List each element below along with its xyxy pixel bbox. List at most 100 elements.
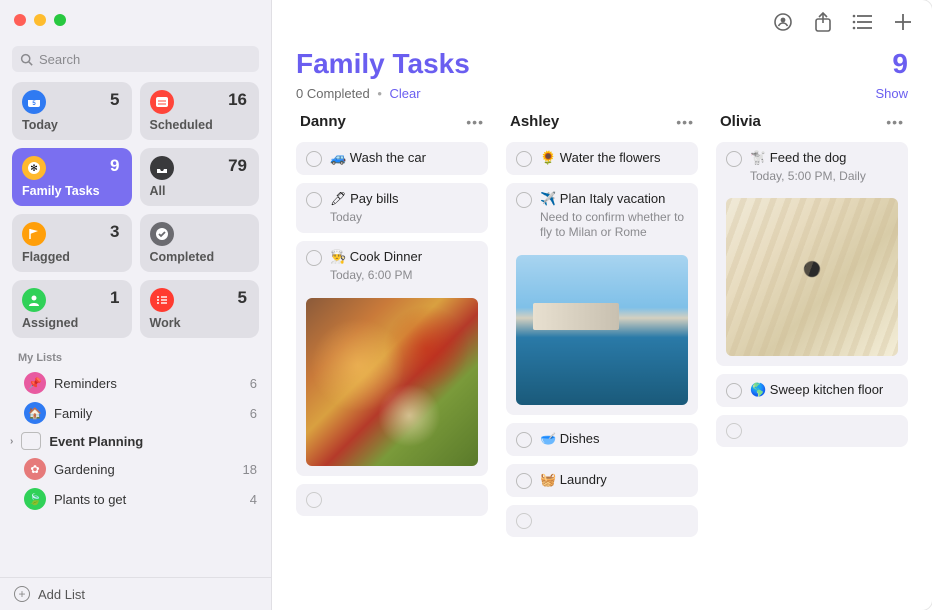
list-count: 4 (250, 492, 257, 507)
smart-count: 5 (238, 288, 247, 308)
smart-count: 1 (110, 288, 119, 308)
view-options-button[interactable] (852, 11, 874, 33)
sidebar-list-reminders[interactable]: 📌Reminders6 (0, 368, 271, 398)
people-icon (772, 11, 794, 33)
smart-list-all[interactable]: 79 All (140, 148, 260, 206)
today-icon: 5 (22, 90, 46, 114)
completed-icon (150, 222, 174, 246)
work-icon (150, 288, 174, 312)
sections: Danny ••• 🚙 Wash the car 🖊 Pay billsToday 👨‍… (272, 111, 932, 610)
sidebar-list-event-planning[interactable]: › Event Planning (0, 428, 271, 454)
minimize-window[interactable] (34, 14, 46, 26)
task-card[interactable]: 🌎 Sweep kitchen floor (716, 374, 908, 407)
smart-count: 9 (110, 156, 119, 176)
task-title: 🌻 Water the flowers (540, 150, 688, 167)
smart-label: Assigned (22, 316, 122, 330)
section-danny: Danny ••• 🚙 Wash the car 🖊 Pay billsToday 👨‍… (296, 111, 488, 598)
task-checkbox[interactable] (306, 151, 322, 167)
task-checkbox[interactable] (306, 192, 322, 208)
list-icon: 📌 (24, 372, 46, 394)
task-checkbox[interactable] (516, 151, 532, 167)
new-task-placeholder[interactable] (296, 484, 488, 516)
new-task-placeholder[interactable] (506, 505, 698, 537)
close-window[interactable] (14, 14, 26, 26)
smart-list-completed[interactable]: Completed (140, 214, 260, 272)
list-count: 18 (243, 462, 257, 477)
task-checkbox[interactable] (726, 383, 742, 399)
list-label: Reminders (54, 376, 242, 391)
share-icon (813, 11, 833, 33)
task-meta: Today (330, 210, 478, 226)
new-reminder-button[interactable] (892, 11, 914, 33)
smart-label: Scheduled (150, 118, 250, 132)
family-icon: ✻ (22, 156, 46, 180)
task-card[interactable]: 👨‍🍳 Cook DinnerToday, 6:00 PM (296, 241, 488, 475)
section-menu-button[interactable]: ••• (886, 114, 904, 130)
smart-count: 16 (228, 90, 247, 110)
task-checkbox (306, 492, 322, 508)
search-input[interactable]: Search (12, 46, 259, 72)
task-card[interactable]: 🚙 Wash the car (296, 142, 488, 175)
smart-label: Flagged (22, 250, 122, 264)
smart-count: 5 (110, 90, 119, 110)
task-checkbox[interactable] (516, 432, 532, 448)
task-title: 👨‍🍳 Cook Dinner (330, 249, 478, 266)
folder-icon (21, 432, 41, 450)
smart-list-work[interactable]: 5 Work (140, 280, 260, 338)
list-count: 9 (892, 48, 908, 80)
new-task-placeholder[interactable] (716, 415, 908, 447)
my-lists: 📌 Reminders 6🏠Family6 › Event Planning ✿Garde… (0, 368, 271, 514)
sidebar-list-plants-to-get[interactable]: 🍃Plants to get4 (0, 484, 271, 514)
chevron-right-icon: › (10, 436, 13, 447)
task-card[interactable]: 🌻 Water the flowers (506, 142, 698, 175)
task-checkbox[interactable] (306, 250, 322, 266)
task-checkbox[interactable] (516, 192, 532, 208)
plus-icon: + (14, 586, 30, 602)
task-card[interactable]: 🥣 Dishes (506, 423, 698, 456)
list-count: 6 (250, 406, 257, 421)
collaborate-button[interactable] (772, 11, 794, 33)
sidebar: Search 5 5 Today 16 Scheduled✻ 9 Family … (0, 0, 272, 610)
smart-list-flagged[interactable]: 3 Flagged (12, 214, 132, 272)
search-placeholder: Search (39, 52, 80, 67)
share-button[interactable] (812, 11, 834, 33)
section-menu-button[interactable]: ••• (676, 114, 694, 130)
search-icon (20, 53, 33, 66)
smart-label: Completed (150, 250, 250, 264)
task-title: 🐩 Feed the dog (750, 150, 898, 167)
list-header: Family Tasks 9 (272, 44, 932, 86)
task-checkbox[interactable] (726, 151, 742, 167)
smart-list-today[interactable]: 5 5 Today (12, 82, 132, 140)
task-title: 🌎 Sweep kitchen floor (750, 382, 898, 399)
window-controls (0, 0, 271, 40)
list-icon: 🍃 (24, 488, 46, 510)
section-menu-button[interactable]: ••• (466, 114, 484, 130)
sidebar-list-family[interactable]: 🏠Family6 (0, 398, 271, 428)
task-meta: Need to confirm whether to fly to Milan … (540, 210, 688, 241)
task-checkbox (516, 513, 532, 529)
smart-label: Family Tasks (22, 184, 122, 198)
task-card[interactable]: 🐩 Feed the dogToday, 5:00 PM, Daily (716, 142, 908, 366)
task-checkbox[interactable] (516, 473, 532, 489)
completed-count: 0 Completed (296, 86, 370, 101)
list-label: Event Planning (49, 434, 249, 449)
task-card[interactable]: 🧺 Laundry (506, 464, 698, 497)
task-title: 🚙 Wash the car (330, 150, 478, 167)
toolbar (272, 0, 932, 44)
list-icon: ✿ (24, 458, 46, 480)
add-list-button[interactable]: + Add List (0, 577, 271, 610)
smart-list-family[interactable]: ✻ 9 Family Tasks (12, 148, 132, 206)
smart-list-scheduled[interactable]: 16 Scheduled (140, 82, 260, 140)
task-title: 🥣 Dishes (540, 431, 688, 448)
task-image[interactable] (516, 255, 688, 405)
smart-list-assigned[interactable]: 1 Assigned (12, 280, 132, 338)
show-button[interactable]: Show (875, 86, 908, 101)
task-image[interactable] (726, 198, 898, 356)
task-card[interactable]: 🖊 Pay billsToday (296, 183, 488, 233)
task-image[interactable] (306, 298, 478, 466)
sidebar-list-gardening[interactable]: ✿Gardening18 (0, 454, 271, 484)
section-title: Danny (300, 113, 346, 130)
clear-button[interactable]: Clear (390, 86, 421, 101)
task-card[interactable]: ✈️ Plan Italy vacationNeed to confirm wh… (506, 183, 698, 415)
zoom-window[interactable] (54, 14, 66, 26)
